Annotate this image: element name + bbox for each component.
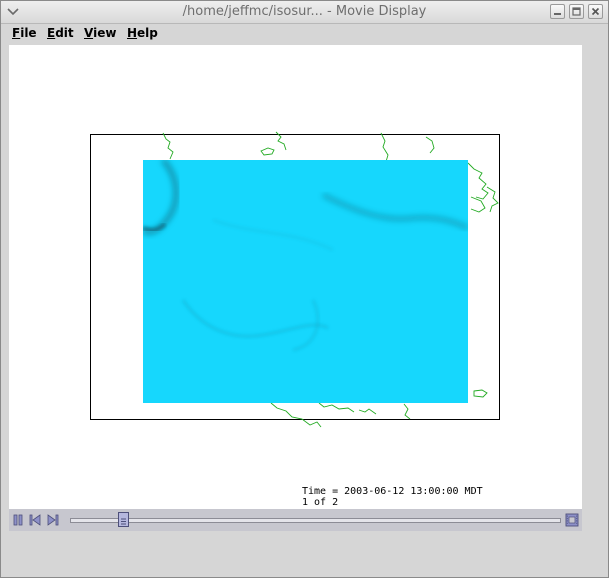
menu-file[interactable]: File bbox=[12, 26, 37, 40]
window-title: /home/jeffmc/isosur... - Movie Display bbox=[182, 4, 427, 19]
menu-help[interactable]: Help bbox=[127, 26, 158, 40]
movie-display-window: /home/jeffmc/isosur... - Movie Display F… bbox=[0, 0, 609, 578]
menu-edit[interactable]: Edit bbox=[47, 26, 74, 40]
minimize-button[interactable] bbox=[550, 4, 565, 19]
step-back-icon[interactable] bbox=[29, 513, 41, 527]
title-bar[interactable]: /home/jeffmc/isosur... - Movie Display bbox=[1, 1, 608, 24]
time-label: Time = 2003-06-12 13:00:00 MDT bbox=[302, 486, 483, 497]
display-canvas[interactable]: Time = 2003-06-12 13:00:00 MDT 1 of 2 bbox=[9, 45, 582, 509]
pause-icon[interactable] bbox=[12, 513, 24, 527]
step-forward-icon[interactable] bbox=[47, 513, 59, 527]
grip-icon bbox=[121, 518, 126, 525]
minimize-icon bbox=[554, 13, 561, 15]
maximize-button[interactable] bbox=[569, 4, 584, 19]
frame-slider-thumb[interactable] bbox=[118, 512, 129, 527]
isosurface-render bbox=[143, 160, 468, 403]
animation-toolbar bbox=[9, 509, 582, 531]
close-icon bbox=[591, 7, 600, 16]
close-button[interactable] bbox=[588, 4, 603, 19]
time-readout: Time = 2003-06-12 13:00:00 MDT 1 of 2 bbox=[302, 486, 483, 508]
menu-view[interactable]: View bbox=[84, 26, 116, 40]
maximize-icon bbox=[572, 7, 581, 16]
film-icon[interactable] bbox=[565, 512, 579, 528]
menu-bar: File Edit View Help bbox=[1, 24, 608, 44]
frame-label: 1 of 2 bbox=[302, 497, 339, 508]
isosurface-shading bbox=[143, 160, 468, 352]
frame-slider-track[interactable] bbox=[70, 518, 561, 523]
